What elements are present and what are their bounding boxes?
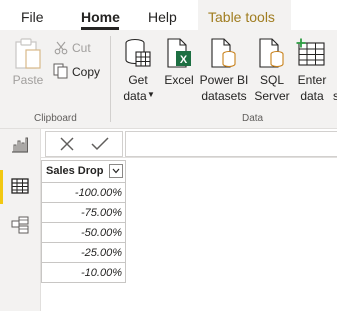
formula-bar-buttons <box>45 131 123 157</box>
table-icon <box>11 178 29 194</box>
data-table: Sales Drop -100.00% -75.00% -50.00% -25.… <box>41 160 126 283</box>
overflow-button-label[interactable]: s <box>333 88 337 104</box>
paste-button[interactable]: Paste <box>10 38 46 94</box>
report-view-button[interactable] <box>10 135 30 155</box>
excel-icon: X <box>167 38 191 68</box>
tab-table-tools[interactable]: Table tools <box>198 0 291 30</box>
chevron-down-icon: ▼ <box>147 90 155 99</box>
table-cell[interactable]: -75.00% <box>41 202 126 223</box>
copy-button[interactable]: Copy <box>53 63 103 81</box>
column-header-sales-drop[interactable]: Sales Drop <box>41 160 126 183</box>
formula-input[interactable] <box>125 131 337 157</box>
sql-server-icon <box>259 38 284 68</box>
excel-label: Excel <box>164 73 194 87</box>
enter-data-button[interactable]: Enter data <box>293 38 331 104</box>
clipboard-group-label: Clipboard <box>34 113 77 124</box>
sql-server-button[interactable]: SQL Server <box>253 38 291 104</box>
powerbi-label-line1: Power BI <box>199 73 249 87</box>
cut-button[interactable]: Cut <box>54 40 98 56</box>
model-icon <box>11 216 29 234</box>
cancel-icon[interactable] <box>60 137 74 151</box>
powerbi-dataset-icon <box>211 38 236 68</box>
table-header-row: Sales Drop <box>41 160 126 183</box>
tab-file[interactable]: File <box>21 9 44 25</box>
tab-table-tools-label: Table tools <box>208 9 275 25</box>
table-cell[interactable]: -100.00% <box>41 182 126 203</box>
powerbi-label-line2: datasets <box>201 89 247 103</box>
get-data-button[interactable]: Get data ▼ <box>118 38 158 104</box>
copy-label: Copy <box>72 65 101 79</box>
active-view-indicator <box>0 170 3 204</box>
powerbi-datasets-button[interactable]: Power BI datasets <box>199 38 249 104</box>
excel-button[interactable]: X Excel <box>162 38 196 88</box>
table-row: -75.00% <box>41 202 126 223</box>
filter-dropdown-button[interactable] <box>109 164 123 178</box>
group-divider <box>110 36 111 122</box>
sql-label-line1: SQL <box>259 73 284 87</box>
table-row: -10.00% <box>41 262 126 283</box>
paste-label: Paste <box>12 73 44 87</box>
model-view-button[interactable] <box>10 215 30 235</box>
cut-label: Cut <box>72 41 91 55</box>
enter-data-label-line1: Enter <box>297 73 327 87</box>
table-row: -50.00% <box>41 222 126 243</box>
copy-icon <box>53 63 68 79</box>
get-data-label-line1: Get <box>128 73 148 87</box>
table-cell[interactable]: -10.00% <box>41 262 126 283</box>
table-row: -25.00% <box>41 242 126 263</box>
bar-chart-icon <box>12 137 28 153</box>
column-header-label: Sales Drop <box>46 165 104 177</box>
chevron-down-icon <box>112 168 120 174</box>
data-group-label: Data <box>242 113 264 124</box>
scissors-icon <box>54 41 68 55</box>
ribbon-tab-bar: File Home Help Table tools <box>0 0 337 30</box>
commit-check-icon[interactable] <box>91 137 109 151</box>
paste-icon <box>15 38 41 69</box>
enter-data-icon <box>296 38 325 66</box>
svg-text:X: X <box>180 54 188 66</box>
table-row: -100.00% <box>41 182 126 203</box>
enter-data-label-line2: data <box>300 89 324 103</box>
tab-help[interactable]: Help <box>148 9 177 25</box>
database-icon <box>125 38 151 67</box>
table-cell[interactable]: -50.00% <box>41 222 126 243</box>
tab-home[interactable]: Home <box>81 9 120 25</box>
sql-label-line2: Server <box>254 89 290 103</box>
table-cell[interactable]: -25.00% <box>41 242 126 263</box>
data-view-button[interactable] <box>10 176 30 196</box>
